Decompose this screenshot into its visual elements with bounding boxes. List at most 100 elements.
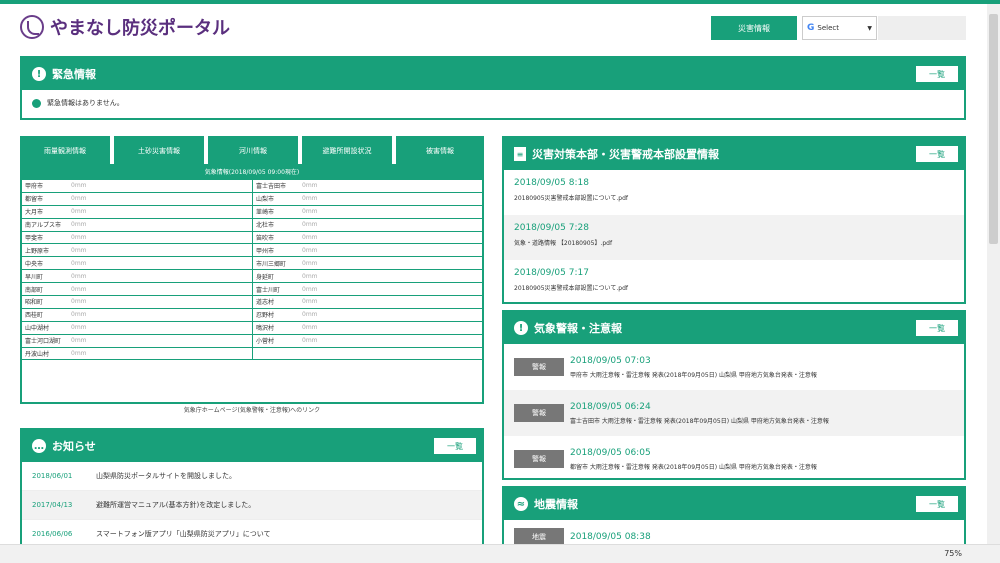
warning-badge: 警報 [514,358,564,376]
rainfall-value: 0mm [302,221,318,229]
rainfall-value: 0mm [302,337,318,345]
table-row: 甲斐市 0mm 笛吹市 0mm [22,231,482,245]
table-row: 甲府市 0mm 富士吉田市 0mm [22,180,482,193]
news-date: 2016/06/06 [32,530,73,538]
news-more-button[interactable]: 一覧 [434,438,476,454]
rainfall-value: 0mm [302,208,318,216]
rainfall-value: 0mm [71,221,87,229]
warning-text: 富士吉田市 大雨注意報・雷注意報 発表(2018年09月05日) 山梨県 甲府地… [570,417,829,425]
station-name[interactable]: 北杜市 [256,220,302,229]
hq-more-button[interactable]: 一覧 [916,146,958,162]
doc-file-link[interactable]: 20180905災害警戒本部設置について.pdf [514,193,954,202]
station-name[interactable]: 山中湖村 [25,323,71,332]
tab-river[interactable]: 河川情報 [208,136,298,166]
tab-rainfall[interactable]: 雨量観測情報 [20,136,110,166]
list-item[interactable]: 警報 2018/09/05 07:03 甲府市 大雨注意報・雷注意報 発表(20… [504,344,964,390]
news-text: 避難所運営マニュアル(基本方針)を改定しました。 [96,501,256,509]
language-select[interactable]: G Select ▼ [802,16,877,40]
station-name[interactable]: 富士河口湖町 [25,336,71,345]
zoom-level[interactable]: 75% [944,549,962,558]
station-name[interactable]: 昭和町 [25,297,71,306]
station-name[interactable]: 中央市 [25,259,71,268]
rainfall-value: 0mm [302,234,318,241]
google-icon: G [807,23,815,33]
table-cell: 道志村 0mm [252,296,482,308]
rainfall-value: 0mm [302,324,318,332]
station-name[interactable]: 忍野村 [256,310,302,319]
rainfall-table-panel: 気象情報(2018/09/05 09:00現在) 甲府市 0mm 富士吉田市 0mm 都… [20,164,484,404]
rainfall-value: 0mm [71,337,87,345]
station-name[interactable]: 身延町 [256,272,302,281]
table-cell: 早川町 0mm [22,270,252,282]
emergency-body: 緊急情報はありません。 [22,90,964,116]
earthquake-title: 地震情報 [534,498,578,511]
warnings-panel: ! 気象警報・注意報 一覧 警報 2018/09/05 07:03 甲府市 大雨… [502,310,966,480]
tab-landslide[interactable]: 土砂災害情報 [114,136,204,166]
doc-file-link[interactable]: 20180905災害警戒本部設置について.pdf [514,283,954,292]
warning-date: 2018/09/05 07:03 [570,355,651,366]
station-name[interactable]: 富士吉田市 [256,181,302,190]
rainfall-table-header: 気象情報(2018/09/05 09:00現在) [22,166,482,180]
earthquake-icon: ≈ [514,497,528,511]
station-name[interactable]: 鳴沢村 [256,323,302,332]
station-name[interactable]: 大月市 [25,207,71,216]
browser-status-bar: 75% [0,544,1000,563]
station-name[interactable]: 市川三郷町 [256,259,302,268]
station-name[interactable]: 山梨市 [256,194,302,203]
table-row: 富士河口湖町 0mm 小菅村 0mm [22,334,482,348]
news-text: スマートフォン版アプリ「山梨県防災アプリ」について [96,530,271,538]
vertical-scrollbar[interactable] [987,4,1000,544]
news-panel: … お知らせ 一覧 2018/06/01 山梨県防災ポータルサイトを開設しました… [20,428,484,558]
list-item[interactable]: 警報 2018/09/05 06:24 富士吉田市 大雨注意報・雷注意報 発表(… [504,390,964,436]
document-icon: ≡ [514,147,526,161]
table-cell: 都留市 0mm [22,193,252,205]
station-name[interactable]: 富士川町 [256,285,302,294]
station-name[interactable]: 南部町 [25,285,71,294]
station-name[interactable]: 韮崎市 [256,207,302,216]
station-name[interactable]: 甲府市 [25,181,71,190]
list-item[interactable]: 2018/09/05 7:28 気象・道路情報 【20180905】.pdf [504,215,964,260]
list-item[interactable]: 2018/06/01 山梨県防災ポータルサイトを開設しました。 [22,462,482,491]
station-name[interactable]: 早川町 [25,272,71,281]
table-cell: 韮崎市 0mm [252,205,482,218]
doc-file-link[interactable]: 気象・道路情報 【20180905】.pdf [514,238,954,247]
list-item[interactable]: 警報 2018/09/05 06:05 都留市 大雨注意報・雷注意報 発表(20… [504,436,964,482]
station-name[interactable]: 上野原市 [25,246,71,255]
site-logo[interactable]: やまなし防災ポータル [20,14,230,40]
table-cell: 北杜市 0mm [252,218,482,231]
table-row: 南部町 0mm 富士川町 0mm [22,283,482,297]
info-tabs: 雨量観測情報 土砂災害情報 河川情報 避難所開設状況 被害情報 [20,136,484,166]
table-cell: 中央市 0mm [22,257,252,269]
earthquake-more-button[interactable]: 一覧 [916,496,958,512]
rainfall-value: 0mm [71,298,87,306]
warning-text: 都留市 大雨注意報・雷注意報 発表(2018年09月05日) 山梨県 甲府地方気… [570,463,817,471]
news-text: 山梨県防災ポータルサイトを開設しました。 [96,472,236,480]
emergency-more-button[interactable]: 一覧 [916,66,958,82]
jma-link[interactable]: 気象庁ホームページ(気象警報・注意報)へのリンク [20,405,484,414]
logo-text: やまなし防災ポータル [50,18,230,39]
station-name[interactable]: 都留市 [25,194,71,203]
scrollbar-thumb[interactable] [989,14,998,244]
table-row: 早川町 0mm 身延町 0mm [22,270,482,284]
disaster-info-button[interactable]: 災害情報 [711,16,797,40]
station-name[interactable]: 小菅村 [256,336,302,345]
station-name[interactable]: 甲斐市 [25,233,71,242]
header-search-box[interactable] [878,16,966,40]
doc-date: 2018/09/05 7:28 [514,223,589,233]
emergency-panel: ! 緊急情報 一覧 緊急情報はありません。 [20,56,966,120]
hq-title: 災害対策本部・災害警戒本部設置情報 [532,148,719,161]
station-name[interactable]: 南アルプス市 [25,220,71,229]
warnings-more-button[interactable]: 一覧 [916,320,958,336]
station-name[interactable]: 甲州市 [256,246,302,255]
emergency-title: 緊急情報 [52,68,96,81]
list-item[interactable]: 2017/04/13 避難所運営マニュアル(基本方針)を改定しました。 [22,491,482,520]
station-name[interactable]: 丹波山村 [25,349,71,358]
station-name[interactable]: 道志村 [256,297,302,306]
exclamation-icon: ! [514,321,528,335]
list-item[interactable]: 2018/09/05 7:17 20180905災害警戒本部設置について.pdf [504,260,964,305]
station-name[interactable]: 笛吹市 [256,233,302,242]
tab-damage[interactable]: 被害情報 [396,136,484,166]
station-name[interactable]: 西桂町 [25,310,71,319]
tab-shelter[interactable]: 避難所開設状況 [302,136,392,166]
list-item[interactable]: 2018/09/05 8:18 20180905災害警戒本部設置について.pdf [504,170,964,215]
